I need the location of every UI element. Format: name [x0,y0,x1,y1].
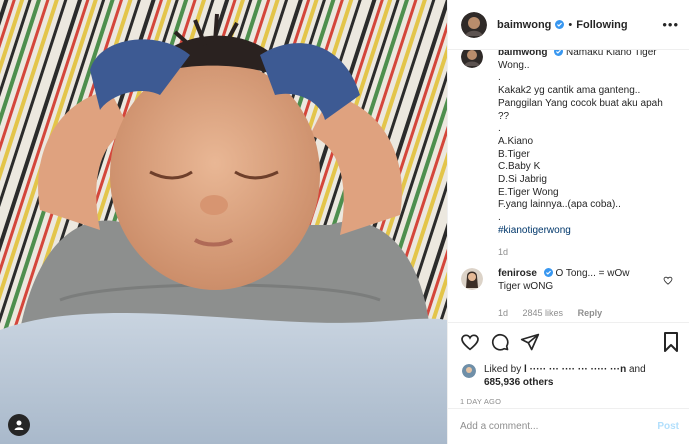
verified-badge-icon [543,268,553,277]
add-comment-bar: Post [448,408,689,444]
likes-prefix: Liked by [484,364,522,375]
bookmark-icon[interactable] [663,332,679,352]
hashtag-link[interactable]: #kianotigerwong [498,225,677,238]
caption-line: Kakak2 yg cantik ama ganteng.. [498,85,641,97]
following-button[interactable]: Following [576,19,627,31]
reply-button[interactable]: Reply [578,308,603,318]
comment-likes[interactable]: 2845 likes [523,308,564,318]
caption-line: . [498,123,501,135]
post-caption: baimwong Namaku Kiano Tiger Wong.. . Kak… [448,50,689,258]
caption-line: ?? [498,110,510,122]
heart-icon[interactable] [460,333,480,351]
comment-time[interactable]: 1d [498,308,508,318]
commenter-username[interactable]: fenirose [498,268,537,279]
likes-and: and [628,364,646,375]
post-photo[interactable] [0,0,447,444]
caption-line: C.Baby K [498,161,541,173]
caption-line: D.Si Jabrig [498,174,547,186]
comment-input[interactable] [460,421,658,432]
comment-text: O Tong... = wOw [555,268,630,279]
post-side-panel: baimwong • Following ••• baimwong Namaku… [447,0,689,444]
caption-line: B.Tiger [498,148,530,160]
liker-username[interactable]: l ····· ··· ···· ··· ····· ···n [524,364,626,375]
post-timestamp[interactable]: 1 DAY AGO [460,397,679,406]
caption-line: F.yang lainnya..(apa coba).. [498,199,621,211]
verified-badge-icon [555,20,565,29]
avatar[interactable] [461,11,487,38]
comment-like-heart-icon[interactable] [663,276,673,285]
caption-username[interactable]: baimwong [498,50,547,58]
commenter-avatar[interactable] [461,268,483,290]
caption-line: Namaku Kiano Tiger [566,50,657,58]
post-comment-button[interactable]: Post [657,421,679,432]
likes-summary[interactable]: Liked by l ····· ··· ···· ··· ····· ···n… [460,363,679,389]
post-actions: Liked by l ····· ··· ···· ··· ····· ···n… [448,322,689,406]
header-separator: • [568,18,573,31]
post-header: baimwong • Following ••• [448,0,689,50]
baby-photo [0,0,447,444]
caption-line: . [498,72,501,84]
caption-time[interactable]: 1d [498,246,677,259]
tagged-user-icon[interactable] [8,414,30,436]
caption-line: . [498,212,501,224]
caption-avatar[interactable] [461,50,483,68]
post-author-username[interactable]: baimwong [497,19,551,31]
more-options-icon[interactable]: ••• [662,17,679,32]
comment-icon[interactable] [490,332,510,352]
caption-line: E.Tiger Wong [498,186,559,198]
verified-badge-icon [554,50,564,56]
caption-line: Wong.. [498,59,530,71]
comment-item: fenirose O Tong... = wOw Tiger wONG 1d 2… [448,268,689,320]
liker-avatar [462,364,476,378]
caption-line: Panggilan Yang cocok buat aku apah [498,97,663,109]
comment-text: Tiger wONG [498,280,554,292]
likes-count[interactable]: 685,936 others [484,377,554,388]
comments-list[interactable]: baimwong Namaku Kiano Tiger Wong.. . Kak… [448,50,689,322]
share-icon[interactable] [520,332,540,352]
person-icon [14,420,24,430]
caption-line: A.Kiano [498,135,534,147]
